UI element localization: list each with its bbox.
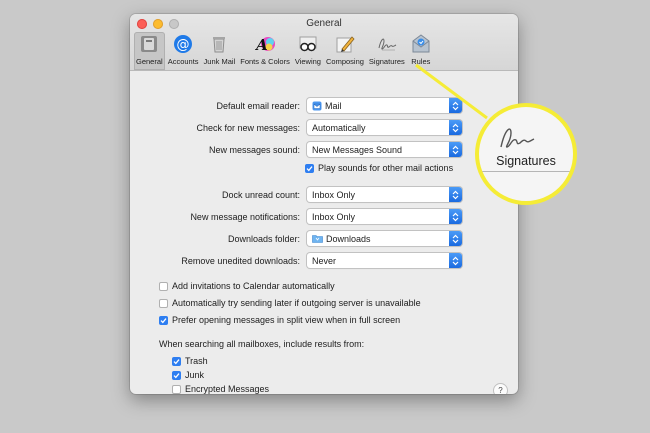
new-sound-label: New messages sound:	[208, 145, 300, 155]
play-sounds-checkbox[interactable]	[305, 164, 314, 173]
remove-downloads-value: Never	[312, 255, 337, 266]
prefer-split-label: Prefer opening messages in split view wh…	[172, 315, 401, 325]
notifications-select[interactable]: Inbox Only	[307, 209, 462, 224]
notifications-value: Inbox Only	[312, 211, 356, 222]
checkmark-icon	[306, 166, 313, 172]
default-reader-value: Mail	[325, 100, 342, 111]
signature-icon	[376, 33, 398, 55]
tab-junk-mail[interactable]: Junk Mail	[202, 32, 238, 70]
search-trash-label: Trash	[185, 356, 208, 366]
tab-composing[interactable]: Composing	[324, 32, 366, 70]
default-reader-label: Default email reader:	[216, 101, 300, 111]
tab-viewing[interactable]: Viewing	[293, 32, 323, 70]
pencil-paper-icon	[334, 33, 356, 55]
trash-junk-icon	[208, 33, 230, 55]
remove-downloads-label: Remove unedited downloads:	[181, 256, 300, 266]
tab-signatures[interactable]: Signatures	[367, 32, 407, 70]
try-sending-label: Automatically try sending later if outgo…	[172, 298, 421, 308]
downloads-folder-label: Downloads folder:	[227, 234, 300, 244]
checkmark-icon	[160, 318, 167, 324]
remove-downloads-select[interactable]: Never	[307, 253, 462, 268]
check-messages-value: Automatically	[312, 122, 366, 133]
default-reader-value-wrap: Mail	[312, 101, 342, 111]
add-invitations-checkbox[interactable]	[159, 282, 168, 291]
help-button[interactable]: ?	[494, 384, 507, 394]
glasses-icon	[297, 33, 319, 55]
search-heading: When searching all mailboxes, include re…	[159, 339, 365, 349]
new-sound-row: New messages sound: New Messages Sound	[130, 142, 518, 158]
search-junk-label: Junk	[185, 370, 205, 380]
chevron-updown-icon	[449, 98, 462, 113]
new-sound-value: New Messages Sound	[312, 144, 403, 155]
chevron-updown-icon	[449, 209, 462, 224]
callout-divider	[479, 171, 573, 172]
search-junk-checkbox[interactable]	[172, 371, 181, 380]
folder-icon	[312, 235, 323, 243]
add-invitations-label: Add invitations to Calendar automaticall…	[172, 281, 335, 291]
mail-preferences-window: General General @ Accounts Junk Mail A F…	[130, 14, 518, 394]
downloads-folder-value: Downloads	[326, 233, 371, 244]
downloads-folder-value-wrap: Downloads	[312, 234, 371, 244]
search-trash-checkbox[interactable]	[172, 357, 181, 366]
default-reader-row: Default email reader: Mail	[130, 98, 518, 114]
tab-viewing-label: Viewing	[294, 57, 321, 66]
try-sending-checkbox[interactable]	[159, 299, 168, 308]
chevron-updown-icon	[449, 142, 462, 157]
search-encrypted-checkbox[interactable]	[172, 385, 181, 394]
checkmark-icon	[173, 359, 180, 365]
notifications-row: New message notifications: Inbox Only	[130, 209, 518, 225]
tab-general[interactable]: General	[134, 32, 165, 70]
chevron-updown-icon	[449, 231, 462, 246]
check-messages-select[interactable]: Automatically	[307, 120, 462, 135]
dock-count-select[interactable]: Inbox Only	[307, 187, 462, 202]
checkmark-icon	[173, 373, 180, 379]
tab-general-label: General	[136, 57, 163, 66]
general-icon	[138, 33, 160, 55]
dock-count-label: Dock unread count:	[221, 190, 300, 200]
callout-label: Signatures	[496, 154, 556, 168]
at-sign-icon: @	[172, 33, 194, 55]
play-sounds-label: Play sounds for other mail actions	[318, 163, 454, 173]
tab-rules[interactable]: Rules	[408, 32, 434, 70]
tab-accounts-label: Accounts	[167, 57, 199, 66]
tab-signatures-label: Signatures	[368, 57, 405, 66]
default-reader-select[interactable]: Mail	[307, 98, 462, 113]
rules-envelope-icon	[410, 33, 432, 55]
tab-composing-label: Composing	[325, 57, 364, 66]
tab-accounts[interactable]: @ Accounts	[166, 32, 201, 70]
chevron-updown-icon	[449, 187, 462, 202]
check-messages-label: Check for new messages:	[196, 123, 300, 133]
signature-icon	[500, 128, 535, 148]
window-title: General	[306, 18, 342, 29]
check-messages-row: Check for new messages: Automatically	[130, 120, 518, 136]
svg-text:@: @	[177, 38, 190, 53]
notifications-label: New message notifications:	[190, 212, 300, 222]
downloads-folder-row: Downloads folder: Downloads	[130, 231, 518, 247]
search-encrypted-label: Encrypted Messages	[185, 384, 270, 394]
prefer-split-checkbox[interactable]	[159, 316, 168, 325]
signatures-callout: Signatures	[475, 103, 577, 205]
downloads-folder-select[interactable]: Downloads	[307, 231, 462, 246]
svg-text:A: A	[254, 36, 268, 54]
mail-app-icon	[312, 101, 322, 110]
remove-downloads-row: Remove unedited downloads: Never	[130, 253, 518, 269]
tab-rules-label: Rules	[411, 57, 431, 66]
new-sound-select[interactable]: New Messages Sound	[307, 142, 462, 157]
general-preferences-pane: Default email reader: Mail Check for new…	[130, 71, 518, 394]
tab-fonts-colors[interactable]: A Fonts & Colors	[238, 32, 292, 70]
dock-count-row: Dock unread count: Inbox Only	[130, 187, 518, 203]
title-bar: General General @ Accounts Junk Mail A F…	[130, 14, 518, 71]
preferences-toolbar: General @ Accounts Junk Mail A Fonts & C…	[134, 32, 435, 70]
chevron-updown-icon	[449, 120, 462, 135]
tab-fonts-colors-label: Fonts & Colors	[240, 57, 290, 66]
chevron-updown-icon	[449, 253, 462, 268]
dock-count-value: Inbox Only	[312, 189, 356, 200]
tab-junk-mail-label: Junk Mail	[203, 57, 236, 66]
fonts-colors-icon: A	[254, 33, 276, 55]
